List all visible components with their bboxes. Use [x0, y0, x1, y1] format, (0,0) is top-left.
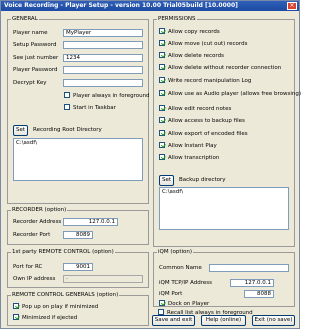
setup-window: Voice Recording - Player Setup - version… [0, 0, 301, 329]
recorder-port-label: Recorder Port [13, 232, 51, 238]
permission-label: Allow Instant Play [168, 143, 217, 149]
checkbox-box[interactable] [159, 64, 165, 70]
minimized-if-ejected-checkbox[interactable]: Minimized if ejected [13, 314, 77, 322]
player-password-input[interactable] [63, 66, 143, 74]
permission-checkbox[interactable]: Allow move (cut out) records [159, 40, 247, 48]
permission-label: Allow edit record notes [168, 106, 232, 112]
permission-checkbox[interactable]: Allow Instant Play [159, 142, 217, 150]
save-and-exit-button[interactable]: Save and exit [152, 315, 195, 326]
window-title: Voice Recording - Player Setup - version… [4, 2, 238, 9]
iqm-group-title: iQM (option) [157, 249, 194, 256]
root-dir-label: Recording Root Directory [33, 127, 102, 133]
permission-label: Allow export of encoded files [168, 131, 248, 137]
recorder-group-title: RECORDER (option) [11, 207, 68, 214]
checkbox-box[interactable] [159, 52, 165, 58]
dock-on-player-checkbox[interactable]: Dock on Player [159, 300, 209, 308]
checkbox-box[interactable] [13, 314, 19, 320]
permission-checkbox[interactable]: Allow copy records [159, 28, 220, 36]
popup-on-play-checkbox[interactable]: Pop up on play if minimized [13, 303, 98, 311]
checkbox-box[interactable] [64, 104, 70, 110]
permission-checkbox[interactable]: Allow delete records [159, 52, 224, 60]
title-bar: Voice Recording - Player Setup - version… [1, 1, 299, 11]
permission-checkbox[interactable]: Allow use as Audio player (allows free b… [159, 90, 301, 98]
checkbox-box[interactable] [159, 105, 165, 111]
checkbox-box[interactable] [159, 28, 165, 34]
set-backup-dir-button[interactable]: Set [159, 175, 174, 186]
permission-label: Allow access to backup files [168, 118, 245, 124]
checkbox-box[interactable] [159, 154, 165, 160]
close-icon[interactable]: × [287, 2, 297, 10]
iqm-group: iQM (option) Common Name iQM TCP/IP Addr… [153, 249, 295, 308]
remote-generals-group-title: REMOTE CONTROL GENERALS (option) [11, 292, 120, 299]
player-name-label: Player name [13, 30, 48, 36]
iqm-address-input[interactable]: 127.0.0.1 [230, 279, 274, 287]
checkbox-box[interactable] [159, 130, 165, 136]
decrypt-key-label: Decrypt Key [13, 80, 47, 86]
backup-dir-memo[interactable]: C:\asdf\ [159, 187, 289, 230]
checkbox-box[interactable] [159, 142, 165, 148]
checkbox-box[interactable] [159, 90, 165, 96]
recorder-address-input[interactable]: 127.0.0.1 [63, 218, 118, 226]
rc-port-label: Port for RC [13, 264, 43, 270]
checkbox-box[interactable] [159, 300, 165, 306]
player-password-label: Player Password [13, 67, 58, 73]
recorder-group: RECORDER (option) Recorder Address 127.0… [7, 207, 149, 245]
start-taskbar-checkbox[interactable]: Start in Taskbar [64, 104, 116, 112]
see-just-number-label: See just number [13, 55, 59, 61]
general-group-title: GENERAL [11, 16, 39, 23]
permission-label: Allow delete records [168, 53, 224, 59]
general-group: GENERAL Player name MyPlayer Setup Passw… [7, 16, 150, 204]
permission-label: Allow use as Audio player (allows free b… [168, 91, 301, 97]
rc-port-input[interactable]: 9001 [63, 263, 93, 271]
checkbox-box[interactable] [13, 303, 19, 309]
permission-checkbox[interactable]: Allow transcription [159, 154, 219, 162]
checkbox-box[interactable] [159, 117, 165, 123]
checkbox-box[interactable] [159, 40, 165, 46]
own-ip-field: - [63, 275, 143, 283]
backup-dir-label: Backup directory [179, 177, 226, 183]
permission-checkbox[interactable]: Allow access to backup files [159, 117, 245, 125]
permissions-group-title: PERMISSIONS [157, 16, 197, 23]
always-foreground-checkbox[interactable]: Player always in foreground [64, 92, 150, 100]
remote-control-group: 1st party REMOTE CONTROL (option) Port f… [7, 249, 149, 288]
checkbox-box[interactable] [64, 92, 70, 98]
own-ip-label: Own IP address [13, 276, 56, 282]
permission-label: Write record manipulation Log [168, 78, 252, 84]
iqm-port-label: iQM Port [159, 291, 183, 297]
permission-label: Allow transcription [168, 155, 220, 161]
permissions-group: PERMISSIONS Allow copy records Allow move… [153, 16, 301, 247]
permission-checkbox[interactable]: Write record manipulation Log [159, 77, 251, 85]
permission-checkbox[interactable]: Allow edit record notes [159, 105, 231, 113]
permission-label: Allow move (cut out) records [168, 41, 248, 47]
iqm-address-label: iQM TCP/IP Address [159, 280, 212, 286]
player-name-input[interactable]: MyPlayer [63, 29, 143, 37]
recorder-address-label: Recorder Address [13, 219, 62, 225]
permission-label: Allow copy records [168, 29, 220, 35]
decrypt-key-input[interactable] [63, 79, 143, 87]
iqm-port-input[interactable]: 8088 [244, 290, 274, 298]
set-root-dir-button[interactable]: Set [13, 125, 28, 136]
remote-generals-group: REMOTE CONTROL GENERALS (option) Pop up … [7, 292, 149, 326]
setup-password-input[interactable] [63, 41, 143, 49]
permission-checkbox[interactable]: Allow delete without recorder connection [159, 64, 281, 72]
help-online-button[interactable]: Help (online) [201, 315, 246, 326]
setup-password-label: Setup Password [13, 42, 57, 48]
permission-checkbox[interactable]: Allow export of encoded files [159, 130, 248, 138]
permission-label: Allow delete without recorder connection [168, 65, 282, 71]
root-dir-memo[interactable]: C:\asdf\ [13, 138, 143, 181]
common-name-label: Common Name [159, 265, 202, 271]
remote-control-group-title: 1st party REMOTE CONTROL (option) [11, 249, 115, 256]
recorder-port-input[interactable]: 8089 [63, 231, 93, 239]
see-just-number-input[interactable]: 1234 [63, 54, 143, 62]
common-name-input[interactable] [209, 264, 289, 272]
exit-no-save-button[interactable]: Exit (no save) [252, 315, 295, 326]
checkbox-box[interactable] [159, 77, 165, 83]
